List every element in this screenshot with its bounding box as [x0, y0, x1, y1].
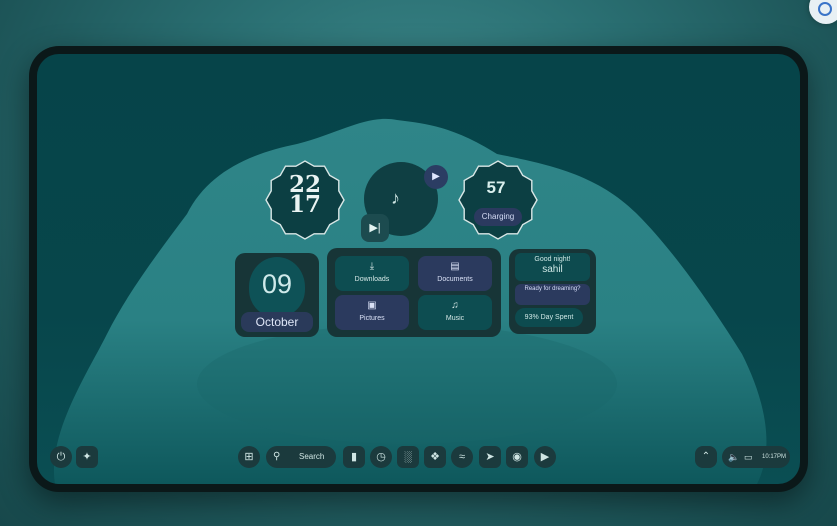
day-progress: 93% Day Spent [515, 308, 583, 327]
assistant-icon: ✦ [82, 451, 92, 463]
battery-badge-shape [458, 160, 538, 240]
avatar-ring-icon [818, 2, 832, 16]
download-icon: ⤓ [369, 261, 375, 272]
folder-label: Downloads [354, 276, 390, 283]
youtube-app[interactable]: ▶ [534, 446, 556, 468]
system-tray[interactable]: 🔈 ▭ 10:17PM [722, 446, 790, 468]
search-label: Search [299, 452, 325, 461]
music-icon: ♫ [451, 300, 459, 311]
play-icon: ▶ [432, 171, 440, 182]
folder-downloads[interactable]: ⤓ Downloads [335, 256, 409, 291]
tray-expand-button[interactable]: ⌃ [695, 446, 717, 468]
date-day: 09 [261, 269, 293, 299]
taskview-button[interactable]: ▮ [343, 446, 365, 468]
greeting-widget: Good night! sahil Ready for dreaming? 93… [509, 249, 596, 334]
power-icon: ⏻ [56, 451, 66, 463]
spotify-icon: ≈ [458, 451, 466, 463]
greeting-name: sahil [542, 264, 563, 275]
instagram-icon: ◉ [512, 451, 522, 463]
spotify-app[interactable]: ≈ [451, 446, 473, 468]
battery-icon: ▭ [744, 452, 753, 462]
folder-icon: ░ [404, 451, 412, 463]
date-month: October [241, 312, 313, 332]
edge-app[interactable]: ◷ [370, 446, 392, 468]
music-note-icon: ♪ [391, 188, 400, 208]
folders-widget: ⤓ Downloads ▤ Documents ▣ Pictures ♫ Mus… [327, 248, 501, 337]
edge-icon: ◷ [376, 451, 386, 463]
power-button[interactable]: ⏻ [50, 446, 72, 468]
volume-icon: 🔈 [728, 452, 740, 462]
greeting-header: Good night! sahil [515, 253, 590, 281]
explorer-app[interactable]: ░ [397, 446, 419, 468]
folder-label: Music [445, 315, 465, 322]
telegram-app[interactable]: ➤ [479, 446, 501, 468]
taskview-icon: ▮ [350, 451, 358, 463]
date-widget: 09 October [235, 253, 319, 337]
greeting-question: Ready for dreaming? [515, 284, 590, 305]
extensions-app[interactable]: ❖ [424, 446, 446, 468]
chevron-up-icon: ⌃ [701, 451, 711, 462]
clock-minutes: 17 [288, 191, 321, 218]
folder-pictures[interactable]: ▣ Pictures [335, 295, 409, 330]
telegram-icon: ➤ [485, 451, 495, 463]
skip-next-button[interactable]: ▶| [361, 214, 389, 242]
battery-level: 57 [486, 178, 506, 197]
folder-label: Documents [437, 276, 473, 283]
charging-status: Charging [474, 208, 522, 226]
image-icon: ▣ [367, 300, 377, 311]
windows-icon: ⊞ [244, 451, 254, 463]
tray-time: 10:17PM [762, 454, 787, 460]
clock-widget: 22 17 [250, 173, 360, 218]
search-icon: ⚲ [273, 451, 281, 462]
assistant-button[interactable]: ✦ [76, 446, 98, 468]
folder-documents[interactable]: ▤ Documents [418, 256, 492, 291]
skip-next-icon: ▶| [369, 222, 381, 234]
folder-music[interactable]: ♫ Music [418, 295, 492, 330]
document-icon: ▤ [450, 261, 460, 272]
search-bar[interactable]: ⚲ Search [266, 446, 336, 468]
folder-label: Pictures [359, 315, 385, 322]
instagram-app[interactable]: ◉ [506, 446, 528, 468]
greeting-title: Good night! [534, 256, 571, 263]
profile-avatar[interactable] [809, 0, 837, 24]
play-button[interactable]: ▶ [424, 165, 448, 189]
puzzle-icon: ❖ [430, 451, 440, 463]
start-button[interactable]: ⊞ [238, 446, 260, 468]
youtube-icon: ▶ [540, 451, 550, 463]
